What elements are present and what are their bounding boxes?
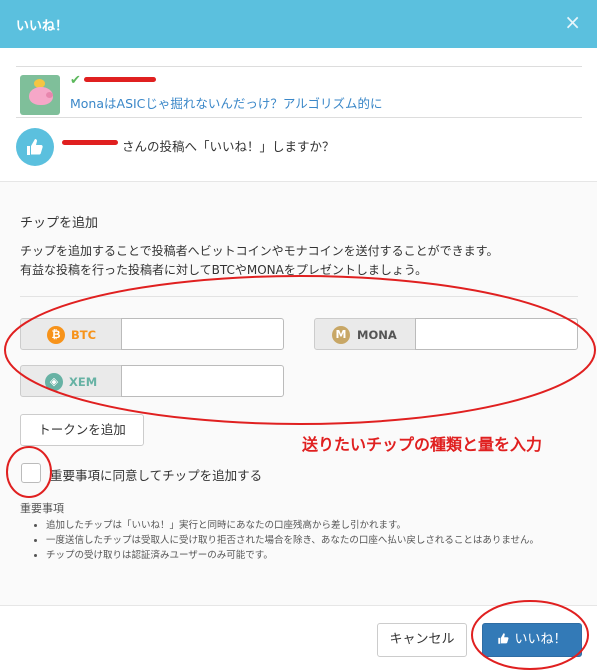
notes-list: 追加したチップは「いいね！」実行と同時にあなたの口座残高から差し引かれます。 一…	[46, 518, 586, 563]
post-title-link[interactable]: MonaはASICじゃ掘れないんだっけ？アルゴリズム的に	[70, 93, 383, 112]
xem-symbol: XEM	[69, 375, 98, 389]
tip-description: チップを追加することで投稿者へビットコインやモナコインを送付することができます。…	[20, 242, 498, 280]
agree-checkbox[interactable]	[21, 463, 41, 483]
xem-label: ◈ XEM	[20, 365, 122, 397]
check-icon: ✔	[70, 73, 81, 88]
thumbs-up-icon	[498, 633, 509, 644]
modal-header: いいね！ ×	[0, 0, 597, 48]
modal-title: いいね！	[16, 19, 69, 34]
mona-field: M MONA	[314, 318, 578, 350]
xem-field: ◈ XEM	[20, 365, 284, 397]
notes-title: 重要事項	[20, 502, 64, 515]
question-text: さんの投稿へ「いいね！」しますか？	[122, 139, 335, 154]
xem-amount-input[interactable]	[121, 365, 284, 397]
bitcoin-icon: ₿	[47, 326, 65, 344]
cancel-button[interactable]: キャンセル	[377, 623, 467, 657]
thumbs-up-icon	[16, 128, 54, 166]
btc-label: ₿ BTC	[20, 318, 122, 350]
annotation-text: 送りたいチップの種類と量を入力	[302, 435, 543, 454]
btc-field: ₿ BTC	[20, 318, 284, 350]
like-button[interactable]: いいね！	[482, 623, 582, 657]
divider	[20, 296, 578, 297]
btc-symbol: BTC	[71, 328, 97, 342]
tip-section: チップを追加 チップを追加することで投稿者へビットコインやモナコインを送付するこ…	[0, 181, 597, 606]
note-item: 追加したチップは「いいね！」実行と同時にあなたの口座残高から差し引かれます。	[46, 518, 586, 533]
modal-footer: キャンセル いいね！	[0, 605, 597, 671]
nem-icon: ◈	[45, 373, 63, 391]
mona-label: M MONA	[314, 318, 416, 350]
agree-label[interactable]: 重要事項に同意してチップを追加する	[50, 465, 262, 484]
like-button-label: いいね！	[514, 632, 567, 647]
like-question: さんの投稿へ「いいね！」しますか？	[16, 124, 582, 166]
note-item: 一度送信したチップは受取人に受け取り拒否された場合を除き、あなたの口座へ払い戻し…	[46, 533, 586, 548]
tip-desc-line-2: 有益な投稿を行った投稿者に対してBTCやMONAをプレゼントしましょう。	[20, 263, 428, 277]
tip-desc-line-1: チップを追加することで投稿者へビットコインやモナコインを送付することができます。	[20, 244, 499, 258]
btc-amount-input[interactable]	[121, 318, 284, 350]
avatar	[20, 75, 60, 115]
redacted-username	[62, 140, 118, 145]
close-icon[interactable]: ×	[564, 11, 581, 33]
mona-symbol: MONA	[357, 328, 397, 342]
monacoin-icon: M	[332, 326, 350, 344]
tip-heading: チップを追加	[20, 216, 99, 231]
mona-amount-input[interactable]	[415, 318, 578, 350]
add-token-button[interactable]: トークンを追加	[20, 414, 144, 446]
note-item: チップの受け取りは認証済みユーザーのみ可能です。	[46, 548, 586, 563]
redacted-username	[84, 77, 156, 82]
post-preview: ✔ MonaはASICじゃ掘れないんだっけ？アルゴリズム的に	[16, 66, 582, 118]
